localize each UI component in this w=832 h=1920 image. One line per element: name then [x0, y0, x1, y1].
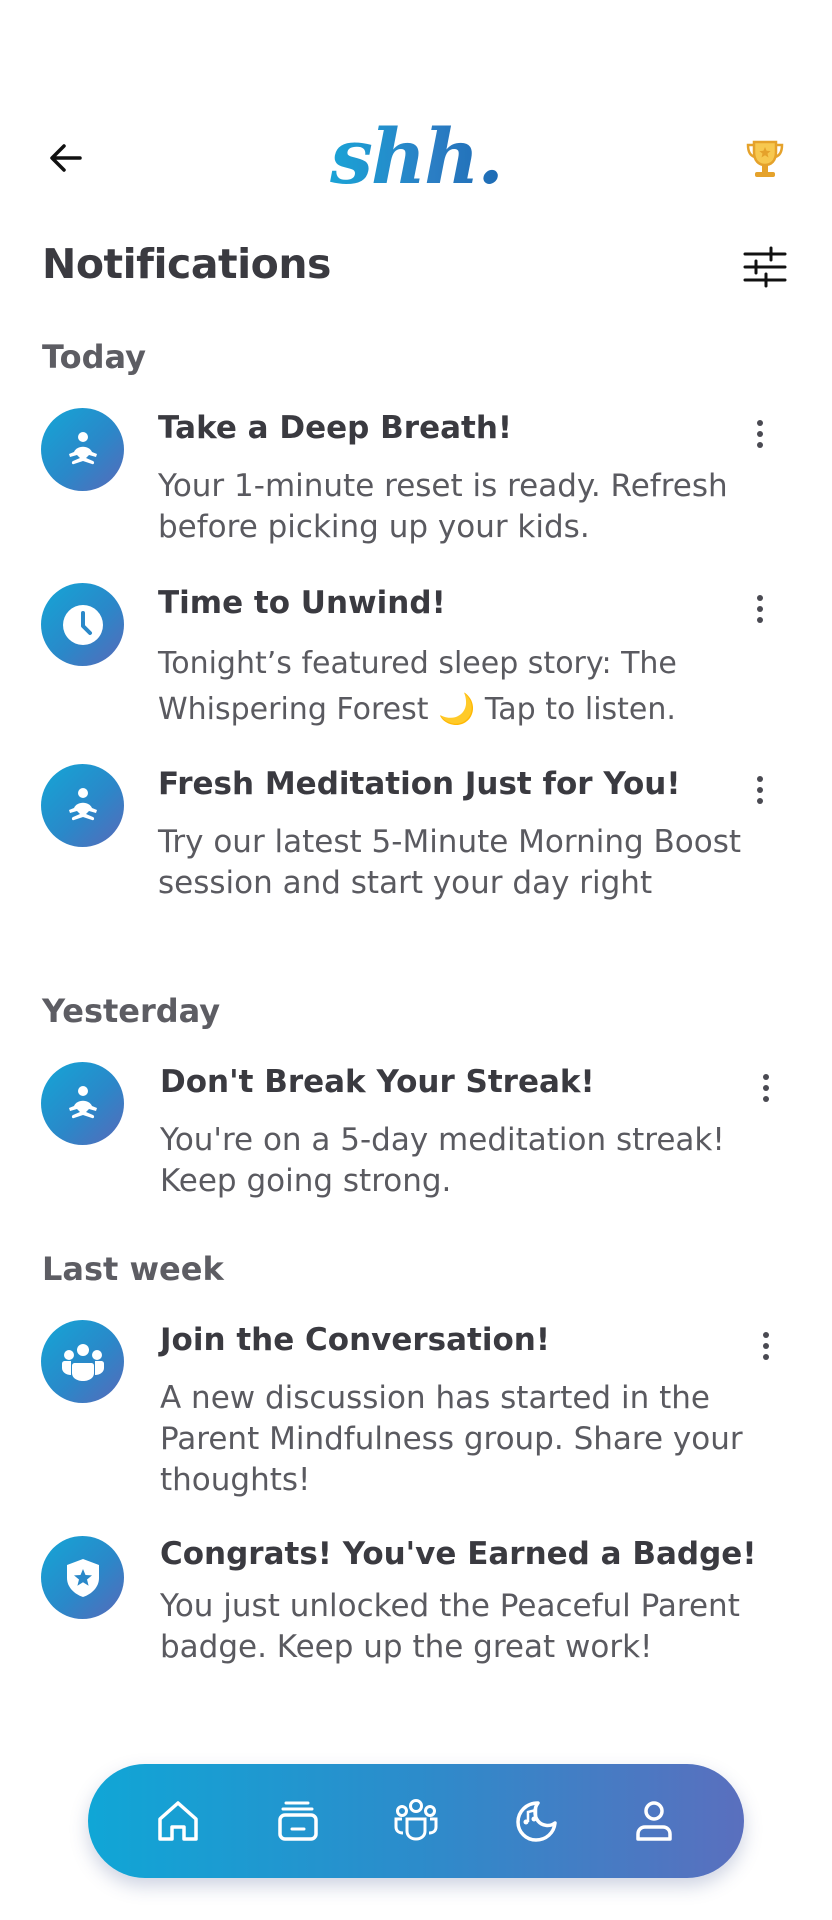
filter-button[interactable] — [742, 244, 788, 290]
sleep-icon — [516, 1801, 557, 1842]
notification-title: Take a Deep Breath! — [158, 410, 513, 446]
meditation-icon — [68, 787, 97, 820]
more-options-button[interactable] — [748, 589, 772, 629]
library-icon — [278, 1801, 318, 1841]
notification-title: Time to Unwind! — [158, 585, 446, 621]
section-label-last-week: Last week — [42, 1250, 224, 1288]
logo-text: shh. — [330, 112, 504, 201]
section-label-yesterday: Yesterday — [42, 992, 221, 1030]
notification-title: Don't Break Your Streak! — [160, 1064, 595, 1100]
sliders-icon — [743, 246, 787, 288]
app-logo: shh. — [0, 112, 832, 201]
app-header: shh. — [0, 0, 832, 230]
notification-body: Your 1-minute reset is ready. Refresh be… — [158, 468, 728, 545]
clock-icon — [62, 604, 103, 645]
nav-library[interactable] — [274, 1797, 322, 1845]
meditation-icon — [68, 1085, 97, 1118]
notification-avatar — [41, 1536, 124, 1619]
more-vertical-icon — [763, 1332, 769, 1338]
notification-body: Try our latest 5-Minute Morning Boost se… — [158, 824, 742, 901]
more-options-button[interactable] — [754, 1326, 778, 1366]
notification-avatar — [41, 1062, 124, 1145]
notification-title: Fresh Meditation Just for You! — [158, 766, 681, 802]
notification-body: A new discussion has started in the Pare… — [160, 1380, 743, 1498]
more-options-button[interactable] — [748, 414, 772, 454]
notification-avatar — [41, 583, 124, 666]
more-options-button[interactable] — [754, 1068, 778, 1108]
home-icon — [158, 1801, 198, 1841]
bottom-navigation — [88, 1764, 744, 1878]
page-title: Notifications — [42, 240, 331, 288]
notification-title: Join the Conversation! — [160, 1322, 550, 1358]
notification-avatar — [41, 1320, 124, 1403]
notification-body: Tonight’s featured sleep story: The Whis… — [158, 646, 677, 727]
nav-community[interactable] — [392, 1797, 440, 1845]
notification-body: You just unlocked the Peaceful Parent ba… — [160, 1588, 740, 1665]
nav-home[interactable] — [154, 1797, 202, 1845]
more-options-button[interactable] — [748, 770, 772, 810]
notification-title: Congrats! You've Earned a Badge! — [160, 1536, 757, 1572]
meditation-icon — [68, 431, 97, 464]
community-icon — [61, 1343, 104, 1381]
badge-icon — [66, 1558, 99, 1597]
more-vertical-icon — [757, 420, 763, 426]
notification-body: You're on a 5-day meditation streak! Kee… — [160, 1122, 725, 1199]
more-vertical-icon — [757, 595, 763, 601]
notification-avatar — [41, 764, 124, 847]
profile-icon — [636, 1801, 672, 1841]
notification-avatar — [41, 408, 124, 491]
community-icon — [394, 1799, 438, 1841]
achievements-button[interactable] — [742, 136, 788, 182]
more-vertical-icon — [757, 776, 763, 782]
trophy-icon — [746, 140, 784, 177]
section-label-today: Today — [42, 338, 146, 376]
nav-profile[interactable] — [630, 1797, 678, 1845]
nav-sleep[interactable] — [512, 1797, 560, 1845]
more-vertical-icon — [763, 1074, 769, 1080]
